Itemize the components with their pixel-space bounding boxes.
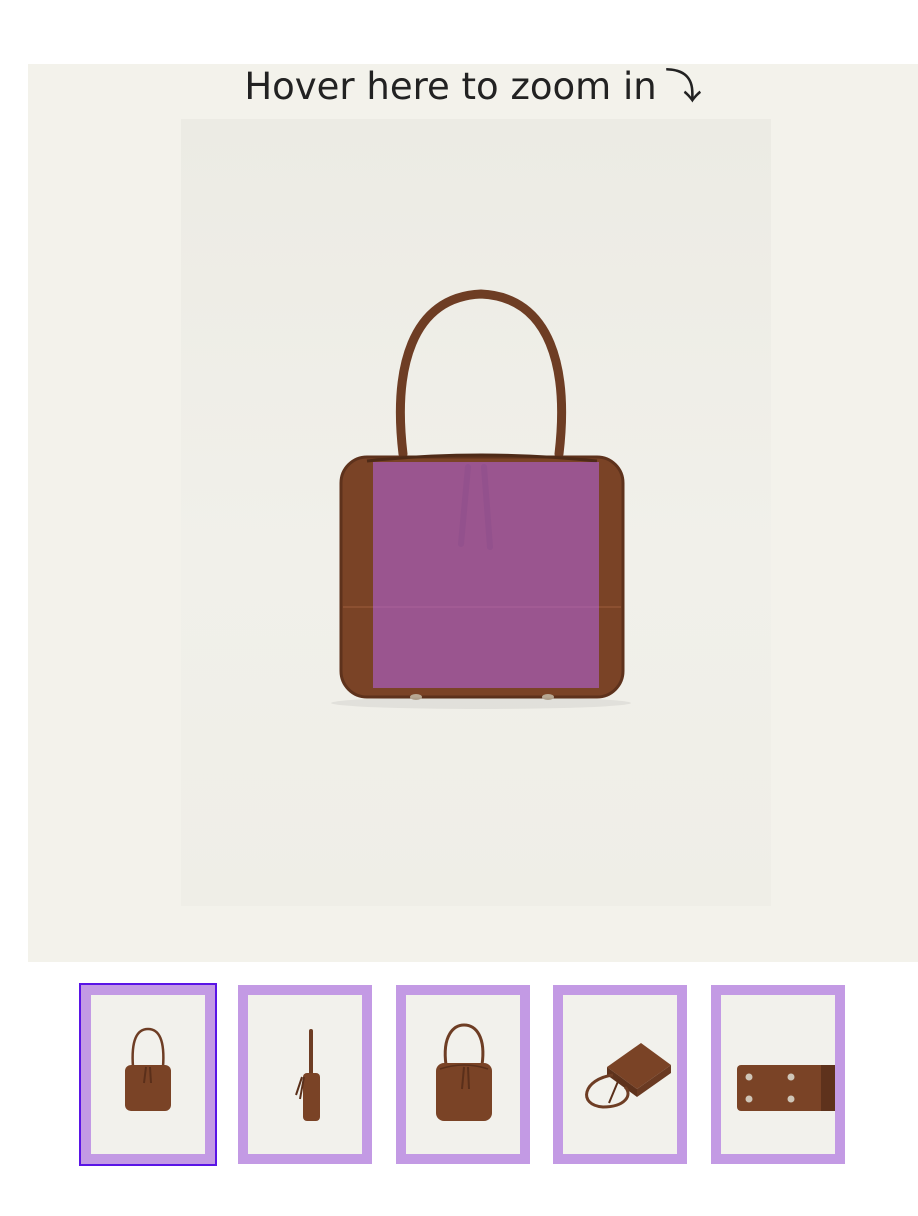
handbag-bottom-thumbnail-image [737, 1065, 835, 1111]
main-product-image[interactable] [181, 119, 771, 906]
zoom-hint-text: Hover here to zoom in [244, 65, 657, 108]
zoom-hint: Hover here to zoom in ⤵ [28, 67, 918, 107]
thumbnail-bottom[interactable] [711, 985, 845, 1164]
thumbnail-three-quarter[interactable] [396, 985, 530, 1164]
handbag-top-thumbnail-image [585, 1043, 671, 1109]
thumbnail-side[interactable] [238, 985, 372, 1164]
handbag-front-thumbnail-image [125, 1027, 171, 1111]
thumbnail-front[interactable] [79, 983, 217, 1166]
zoom-stage[interactable]: Hover here to zoom in ⤵ [28, 64, 918, 962]
thumbnail-strip [0, 983, 918, 1166]
handbag-side-thumbnail-image [295, 1029, 320, 1121]
curved-arrow-down-icon: ⤵ [664, 65, 702, 108]
zoom-lens[interactable] [373, 462, 599, 688]
thumbnail-top-down[interactable] [553, 985, 687, 1164]
handbag-angle-thumbnail-image [436, 1023, 492, 1121]
